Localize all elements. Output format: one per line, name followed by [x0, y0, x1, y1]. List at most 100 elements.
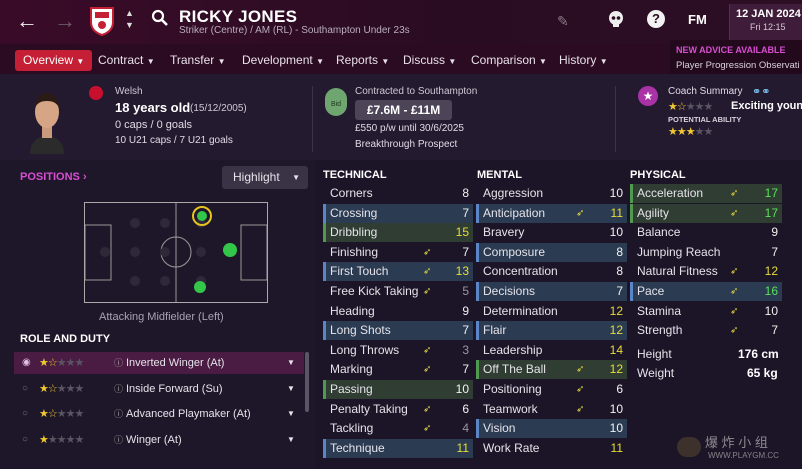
tab-transfer[interactable]: Transfer ▼ — [170, 50, 226, 71]
highlight-dropdown[interactable]: Highlight ▼ — [222, 166, 308, 189]
player-name: RICKY JONES — [179, 7, 298, 26]
attribute-name: Leadership — [483, 342, 543, 357]
senior-caps: 0 caps / 0 goals — [115, 119, 193, 131]
info-icon[interactable]: ⓘ — [114, 378, 123, 400]
attribute-row[interactable]: Acceleration ➶ 17 — [630, 184, 782, 203]
attribute-row[interactable]: Technique 11 — [323, 438, 473, 458]
chevron-down-icon[interactable]: ▼ — [287, 403, 295, 425]
date-continue-box[interactable]: 12 JAN 2024 Fri 12:15 — [729, 4, 802, 44]
club-crest-icon[interactable] — [89, 6, 115, 37]
attribute-row[interactable]: Aggression 10 — [476, 184, 627, 203]
position-marker-selected[interactable] — [192, 206, 212, 226]
tab-contract[interactable]: Contract ▼ — [98, 50, 155, 71]
position-marker[interactable] — [223, 243, 237, 257]
chevron-down-icon[interactable]: ▼ — [287, 378, 295, 400]
attribute-row[interactable]: Crossing 7 — [323, 203, 473, 223]
attribute-value: 12 — [609, 323, 623, 338]
attribute-row[interactable]: Work Rate 11 — [476, 439, 627, 458]
chevron-down-icon[interactable]: ▼ — [287, 352, 295, 374]
attribute-row[interactable]: Penalty Taking ➶ 6 — [323, 400, 473, 419]
attribute-row[interactable]: Long Throws ➶ 3 — [323, 341, 473, 360]
attribute-row[interactable]: Concentration 8 — [476, 262, 627, 281]
back-arrow-icon[interactable]: ← — [16, 8, 38, 34]
advice-notification[interactable]: NEW ADVICE AVAILABLE Player Progression … — [670, 40, 802, 74]
skull-icon[interactable] — [607, 10, 625, 28]
attribute-value: 7 — [462, 362, 469, 377]
attribute-row[interactable]: Positioning ➶ 6 — [476, 380, 627, 399]
attribute-row[interactable]: Tackling ➶ 4 — [323, 419, 473, 438]
chevron-down-icon[interactable]: ▼ — [287, 429, 295, 451]
attribute-row[interactable]: Decisions 7 — [476, 282, 627, 301]
attribute-name: Jumping Reach — [637, 244, 721, 259]
role-row-selected[interactable]: ◉ ★☆★★★ ⓘ Inverted Winger (At) ▼ — [14, 352, 304, 374]
role-stars: ★★★★★ — [39, 434, 84, 446]
highlight-bar — [323, 262, 326, 282]
attribute-trend-arrow-icon: ➶ — [423, 364, 432, 376]
attribute-name: Heading — [330, 303, 375, 318]
transfer-value[interactable]: £7.6M - £11M — [355, 100, 452, 120]
tab-overview[interactable]: Overview ▼ — [15, 50, 93, 71]
attribute-row[interactable]: Finishing ➶ 7 — [323, 243, 473, 262]
info-icon[interactable]: ⓘ — [114, 352, 123, 374]
attribute-value: 12 — [609, 362, 623, 377]
attribute-row[interactable]: Free Kick Taking ➶ 5 — [323, 282, 473, 301]
attribute-name: First Touch — [330, 264, 389, 279]
role-scrollbar[interactable] — [305, 352, 309, 412]
tab-reports[interactable]: Reports ▼ — [336, 50, 389, 71]
attribute-row[interactable]: Passing 10 — [323, 380, 473, 399]
attribute-row[interactable]: Anticipation ➶ 11 — [476, 203, 627, 223]
attribute-row[interactable]: Off The Ball ➶ 12 — [476, 360, 627, 380]
attribute-row[interactable]: Heading 9 — [323, 302, 473, 321]
search-icon[interactable] — [151, 9, 169, 30]
info-icon[interactable]: ⓘ — [114, 429, 123, 451]
attribute-row[interactable]: Leadership 14 — [476, 341, 627, 360]
attribute-row[interactable]: Long Shots 7 — [323, 321, 473, 341]
attribute-row[interactable]: Jumping Reach 7 — [630, 243, 782, 262]
attribute-row[interactable]: Dribbling 15 — [323, 223, 473, 243]
role-row[interactable]: ○ ★☆★★★ ⓘ Advanced Playmaker (At) ▼ — [14, 403, 304, 425]
attribute-value: 7 — [771, 323, 778, 338]
attribute-row[interactable]: First Touch ➶ 13 — [323, 262, 473, 282]
attribute-row[interactable]: Composure 8 — [476, 242, 627, 262]
highlight-dropdown-label: Highlight — [233, 170, 280, 184]
attribute-row[interactable]: Balance 9 — [630, 223, 782, 242]
forward-arrow-icon[interactable]: → — [54, 8, 76, 34]
tab-history[interactable]: History ▼ — [559, 50, 608, 71]
tab-discuss[interactable]: Discuss ▼ — [403, 50, 456, 71]
role-row[interactable]: ○ ★☆★★★ ⓘ Inside Forward (Su) ▼ — [14, 378, 304, 400]
attribute-row[interactable]: Determination 12 — [476, 302, 627, 321]
attribute-row[interactable]: Pace ➶ 16 — [630, 282, 782, 301]
attribute-row[interactable]: Stamina ➶ 10 — [630, 302, 782, 321]
edit-pencil-icon[interactable]: ✎ — [557, 13, 569, 30]
attribute-row[interactable]: Marking ➶ 7 — [323, 360, 473, 379]
attribute-row[interactable]: Agility ➶ 17 — [630, 203, 782, 223]
watermark-logo-icon — [677, 437, 701, 457]
attribute-row[interactable]: Vision 10 — [476, 419, 627, 439]
club-switch-chevrons-icon[interactable]: ▲ ▼ — [125, 7, 134, 31]
tab-comparison[interactable]: Comparison ▼ — [471, 50, 547, 71]
attribute-value: 9 — [771, 225, 778, 240]
attribute-row[interactable]: Strength ➶ 7 — [630, 321, 782, 340]
attribute-name: Finishing — [330, 244, 379, 259]
wage-info: £550 p/w until 30/6/2025 — [355, 123, 464, 134]
info-icon[interactable]: ⓘ — [114, 403, 123, 425]
fm-menu-button[interactable]: FM — [688, 12, 707, 27]
attribute-trend-arrow-icon: ➶ — [576, 403, 585, 415]
tab-development[interactable]: Development ▼ — [242, 50, 324, 71]
binoculars-icon[interactable]: ⚭⚭ — [752, 85, 770, 98]
attribute-row[interactable]: Corners 8 — [323, 184, 473, 203]
attribute-name: Flair — [483, 323, 507, 338]
radio-icon: ○ — [22, 383, 29, 394]
help-icon[interactable]: ? — [647, 10, 665, 28]
attribute-row[interactable]: Flair 12 — [476, 321, 627, 341]
attribute-row[interactable]: Bravery 10 — [476, 223, 627, 242]
attribute-row[interactable]: Teamwork ➶ 10 — [476, 400, 627, 419]
attribute-row[interactable]: Natural Fitness ➶ 12 — [630, 262, 782, 281]
position-marker[interactable] — [194, 281, 206, 293]
advice-text: Player Progression Observati — [676, 60, 800, 71]
highlight-bar — [323, 438, 326, 458]
attribute-value: 10 — [764, 303, 778, 318]
weight-label: Weight — [637, 366, 675, 380]
positions-title[interactable]: POSITIONS › — [20, 171, 87, 183]
role-row[interactable]: ○ ★★★★★ ⓘ Winger (At) ▼ — [14, 429, 304, 451]
